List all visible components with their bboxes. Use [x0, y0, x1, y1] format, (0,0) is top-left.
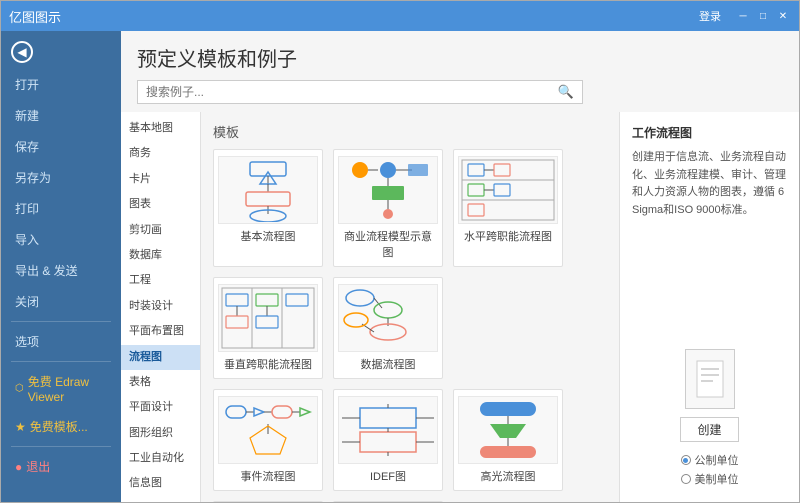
category-business[interactable]: 商务: [121, 141, 200, 166]
template-swimlane-v[interactable]: 垂直跨职能流程图: [213, 277, 323, 379]
sidebar-item-exit[interactable]: ● 退出: [1, 451, 121, 482]
category-industrial[interactable]: 工业自动化: [121, 446, 200, 471]
category-time-design[interactable]: 时装设计: [121, 294, 200, 319]
template-sdl[interactable]: SDL图: [333, 501, 443, 502]
info-panel-title: 工作流程图: [632, 124, 787, 141]
category-map[interactable]: 地图: [121, 497, 200, 502]
template-label-basic-flow: 基本流程图: [241, 228, 296, 244]
category-database[interactable]: 数据库: [121, 243, 200, 268]
main-content: 预定义模板和例子 🔍 基本地图 商务 卡片 图表 剪切画 数据库 工程 时装设计: [121, 31, 799, 502]
sidebar-item-open[interactable]: 打开: [1, 69, 121, 100]
category-tables[interactable]: 表格: [121, 370, 200, 395]
template-event-flow[interactable]: 事件流程图: [213, 389, 323, 491]
sidebar-item-import[interactable]: 导入: [1, 224, 121, 255]
title-bar-left: 亿图图示: [9, 7, 61, 26]
exit-icon: ●: [15, 460, 22, 474]
templates-grid: 基本流程图: [213, 149, 607, 379]
radio-us: [681, 474, 691, 484]
create-btn-area: 创建 公制单位 美制单位: [632, 349, 787, 490]
sidebar-item-free-templates[interactable]: ★ 免费模板...: [1, 411, 121, 442]
app-title: 亿图图示: [9, 7, 61, 26]
template-label-swimlane-h: 水平跨职能流程图: [464, 228, 552, 244]
template-data-flow[interactable]: 数据流程图: [333, 277, 443, 379]
back-button[interactable]: ◀: [1, 35, 121, 69]
templates-section-title: 模板: [213, 122, 607, 141]
sidebar-item-edraw-viewer[interactable]: ⬡ 免费 Edraw Viewer: [1, 366, 121, 411]
unit-options: 公制单位 美制单位: [681, 452, 739, 490]
category-infographic[interactable]: 信息图: [121, 471, 200, 496]
sidebar-divider2: [11, 361, 111, 362]
category-engineering[interactable]: 工程: [121, 268, 200, 293]
content-area: 基本地图 商务 卡片 图表 剪切画 数据库 工程 时装设计 平面布置图 流程图 …: [121, 112, 799, 502]
template-thumb-event-flow: [218, 396, 318, 464]
template-idef[interactable]: IDEF图: [333, 389, 443, 491]
category-scissors[interactable]: 剪切画: [121, 218, 200, 243]
category-plane-design[interactable]: 平面设计: [121, 395, 200, 420]
template-label-data-flow: 数据流程图: [361, 356, 416, 372]
create-button[interactable]: 创建: [680, 417, 738, 442]
category-panel: 基本地图 商务 卡片 图表 剪切画 数据库 工程 时装设计 平面布置图 流程图 …: [121, 112, 201, 502]
unit-label-us: 美制单位: [695, 471, 739, 487]
category-cards[interactable]: 卡片: [121, 167, 200, 192]
template-thumb-highlight-flow: [458, 396, 558, 464]
warning-icon: ⬡: [15, 383, 24, 394]
template-thumb-biz-flow: [338, 156, 438, 224]
category-charts[interactable]: 图表: [121, 192, 200, 217]
template-thumb-swimlane-h: [458, 156, 558, 224]
radio-metric: [681, 455, 691, 465]
template-basic-flow[interactable]: 基本流程图: [213, 149, 323, 267]
sidebar-item-export[interactable]: 导出 & 发送: [1, 255, 121, 286]
maximize-button[interactable]: □: [755, 8, 771, 24]
sidebar-divider: [11, 321, 111, 322]
sidebar: ◀ 打开 新建 保存 另存为 打印 导入 导出 & 发送 关闭 选项 ⬡ 免费 …: [1, 31, 121, 502]
search-bar: 🔍: [137, 80, 583, 104]
template-thumb-idef: [338, 396, 438, 464]
unit-option-us[interactable]: 美制单位: [681, 471, 739, 487]
app-body: ◀ 打开 新建 保存 另存为 打印 导入 导出 & 发送 关闭 选项 ⬡ 免费 …: [1, 31, 799, 502]
template-label-swimlane-v: 垂直跨职能流程图: [224, 356, 312, 372]
template-thumb-swimlane-v: [218, 284, 318, 352]
main-header: 预定义模板和例子 🔍: [121, 31, 799, 112]
sidebar-divider3: [11, 446, 111, 447]
info-panel: 工作流程图 创建用于信息流、业务流程自动化、业务流程建模、审计、管理和人力资源人…: [619, 112, 799, 502]
category-flowchart[interactable]: 流程图: [121, 345, 200, 370]
star-icon: ★: [15, 420, 26, 434]
login-link[interactable]: 登录: [699, 8, 721, 24]
title-bar-right: 登录 ─ □ ✕: [699, 8, 791, 24]
template-biz-flow[interactable]: 商业流程模型示意图: [333, 149, 443, 267]
unit-label-metric: 公制单位: [695, 452, 739, 468]
templates-grid-2: 事件流程图: [213, 389, 607, 502]
template-thumb-data-flow: [338, 284, 438, 352]
create-icon-box: [685, 349, 735, 409]
page-title: 预定义模板和例子: [137, 43, 783, 72]
template-work-flow[interactable]: 工作流程图: [213, 501, 323, 502]
sidebar-item-new[interactable]: 新建: [1, 100, 121, 131]
search-icon: 🔍: [558, 84, 574, 100]
close-button[interactable]: ✕: [775, 8, 791, 24]
category-graphic-org[interactable]: 图形组织: [121, 421, 200, 446]
templates-area: 模板: [201, 112, 619, 502]
sidebar-item-saveas[interactable]: 另存为: [1, 162, 121, 193]
title-bar: 亿图图示 登录 ─ □ ✕: [1, 1, 799, 31]
category-basic-maps[interactable]: 基本地图: [121, 116, 200, 141]
sidebar-item-save[interactable]: 保存: [1, 131, 121, 162]
template-label-highlight-flow: 高光流程图: [481, 468, 536, 484]
template-highlight-flow[interactable]: 高光流程图: [453, 389, 563, 491]
back-icon: ◀: [11, 41, 33, 63]
unit-option-metric[interactable]: 公制单位: [681, 452, 739, 468]
minimize-button[interactable]: ─: [735, 8, 751, 24]
template-thumb-basic-flow: [218, 156, 318, 224]
sidebar-item-close[interactable]: 关闭: [1, 286, 121, 317]
template-label-idef: IDEF图: [370, 468, 406, 484]
template-label-biz-flow: 商业流程模型示意图: [340, 228, 436, 260]
template-label-event-flow: 事件流程图: [241, 468, 296, 484]
app-window: 亿图图示 登录 ─ □ ✕ ◀ 打开 新建 保存 另存为 打印 导入 导出 & …: [0, 0, 800, 503]
info-panel-desc: 创建用于信息流、业务流程自动化、业务流程建模、审计、管理和人力资源人物的图表，遵…: [632, 149, 787, 219]
search-input[interactable]: [146, 85, 558, 99]
sidebar-item-options[interactable]: 选项: [1, 326, 121, 357]
sidebar-item-print[interactable]: 打印: [1, 193, 121, 224]
category-floor-plan[interactable]: 平面布置图: [121, 319, 200, 344]
template-swimlane-h[interactable]: 水平跨职能流程图: [453, 149, 563, 267]
